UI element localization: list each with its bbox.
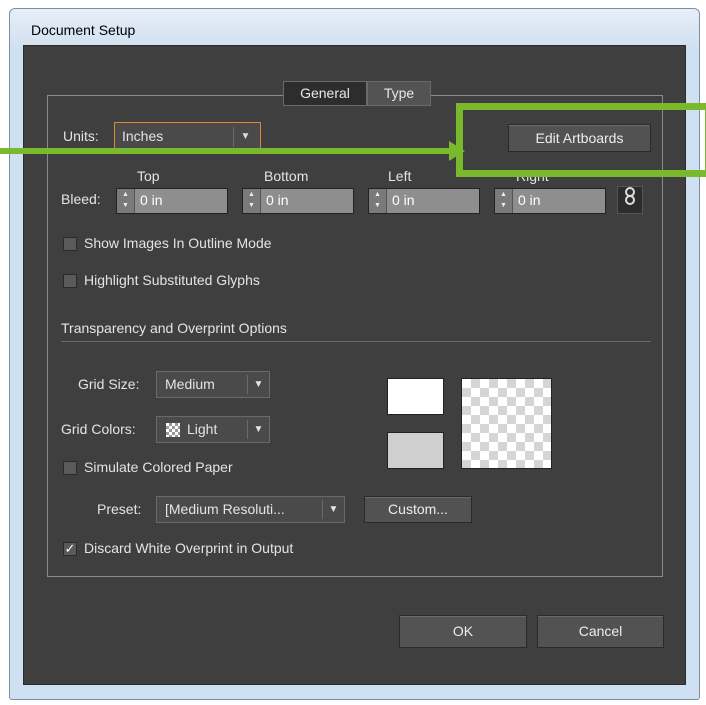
annotation-arrow-line bbox=[0, 148, 455, 154]
chevron-down-icon: ▼ bbox=[247, 375, 269, 394]
bleed-left-header: Left bbox=[388, 168, 412, 184]
grid-colors-value: Light bbox=[187, 421, 218, 437]
tab-type[interactable]: Type bbox=[367, 81, 431, 106]
window-title: Document Setup bbox=[31, 22, 136, 38]
grid-size-value: Medium bbox=[165, 376, 215, 392]
preset-dropdown[interactable]: [Medium Resoluti... ▼ bbox=[156, 496, 345, 523]
spinner-arrows-icon[interactable]: ▲ ▼ bbox=[117, 189, 135, 213]
show-images-outline-checkbox[interactable] bbox=[63, 237, 77, 251]
spinner-arrows-icon[interactable]: ▲ ▼ bbox=[495, 189, 513, 213]
bleed-label: Bleed: bbox=[61, 191, 101, 207]
checker-swatch-icon bbox=[166, 423, 180, 437]
grid-color-swatch[interactable] bbox=[387, 432, 444, 469]
bleed-right-input[interactable]: ▲ ▼ 0 in bbox=[494, 188, 606, 214]
chain-link-icon[interactable] bbox=[617, 186, 643, 214]
annotation-highlight-box bbox=[456, 103, 706, 177]
cancel-button[interactable]: Cancel bbox=[537, 615, 664, 648]
spinner-arrows-icon[interactable]: ▲ ▼ bbox=[243, 189, 261, 213]
ok-button[interactable]: OK bbox=[399, 615, 527, 648]
section-divider bbox=[61, 341, 651, 342]
chevron-down-icon[interactable]: ▼ bbox=[233, 127, 257, 147]
bleed-bottom-value: 0 in bbox=[266, 192, 289, 208]
spinner-arrows-icon[interactable]: ▲ ▼ bbox=[369, 189, 387, 213]
grid-size-label: Grid Size: bbox=[78, 376, 140, 392]
chevron-down-icon: ▼ bbox=[322, 500, 344, 519]
transparency-grid-preview bbox=[461, 378, 552, 469]
bleed-top-value: 0 in bbox=[140, 192, 163, 208]
bleed-bottom-header: Bottom bbox=[264, 168, 309, 184]
bleed-top-header: Top bbox=[137, 168, 160, 184]
tab-general[interactable]: General bbox=[283, 81, 367, 106]
simulate-paper-checkbox[interactable] bbox=[63, 461, 77, 475]
discard-white-checkbox[interactable]: ✓ bbox=[63, 542, 77, 556]
grid-colors-label: Grid Colors: bbox=[61, 421, 136, 437]
simulate-paper-label: Simulate Colored Paper bbox=[84, 459, 233, 475]
bleed-top-input[interactable]: ▲ ▼ 0 in bbox=[116, 188, 228, 214]
grid-size-dropdown[interactable]: Medium ▼ bbox=[156, 371, 270, 398]
units-label: Units: bbox=[63, 128, 99, 144]
bleed-left-value: 0 in bbox=[392, 192, 415, 208]
bleed-right-value: 0 in bbox=[518, 192, 541, 208]
paper-color-swatch[interactable] bbox=[387, 378, 444, 415]
preset-value: [Medium Resoluti... bbox=[165, 501, 285, 517]
grid-colors-dropdown[interactable]: Light ▼ bbox=[156, 416, 270, 443]
custom-button[interactable]: Custom... bbox=[364, 496, 472, 523]
highlight-glyphs-checkbox[interactable] bbox=[63, 274, 77, 288]
bleed-bottom-input[interactable]: ▲ ▼ 0 in bbox=[242, 188, 354, 214]
chevron-down-icon: ▼ bbox=[247, 420, 269, 439]
units-value: Inches bbox=[122, 128, 164, 144]
link-glyph bbox=[625, 187, 635, 205]
highlight-glyphs-label: Highlight Substituted Glyphs bbox=[84, 272, 260, 288]
preset-label: Preset: bbox=[97, 501, 142, 517]
bleed-left-input[interactable]: ▲ ▼ 0 in bbox=[368, 188, 480, 214]
discard-white-label: Discard White Overprint in Output bbox=[84, 540, 294, 556]
transparency-heading: Transparency and Overprint Options bbox=[61, 320, 287, 336]
show-images-outline-label: Show Images In Outline Mode bbox=[84, 235, 272, 251]
